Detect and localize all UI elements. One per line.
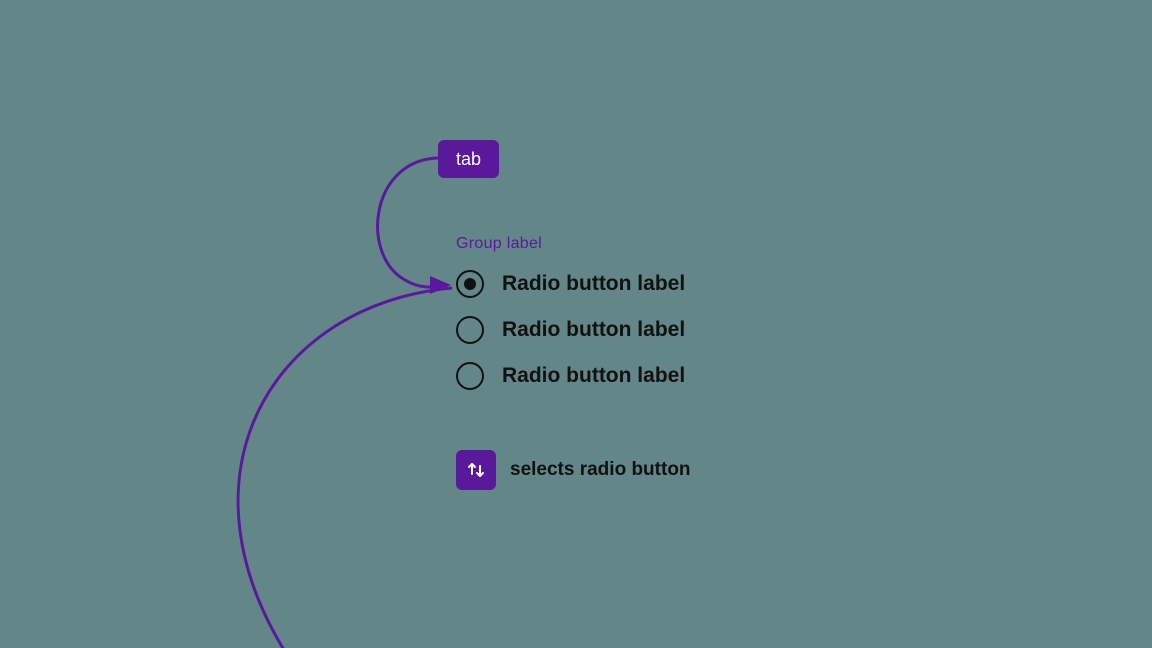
arrow-keys-badge [456,450,496,490]
tab-key-badge: tab [438,140,499,178]
radio-option-1[interactable]: Radio button label [456,270,685,298]
radio-option-label: Radio button label [502,272,685,296]
diagram-canvas: tab Group label Radio button label Radio… [0,0,1152,648]
radio-indicator [456,362,484,390]
tab-key-label: tab [456,149,481,169]
radio-option-label: Radio button label [502,364,685,388]
radio-indicator-selected [456,270,484,298]
keyboard-hint: selects radio button [456,450,691,490]
radio-group-label: Group label [456,235,542,253]
radio-indicator [456,316,484,344]
radio-option-label: Radio button label [502,318,685,342]
radio-option-2[interactable]: Radio button label [456,316,685,344]
radio-group: Radio button label Radio button label Ra… [456,270,685,408]
radio-option-3[interactable]: Radio button label [456,362,685,390]
keyboard-hint-text: selects radio button [510,459,691,481]
up-down-arrows-icon [464,458,488,482]
